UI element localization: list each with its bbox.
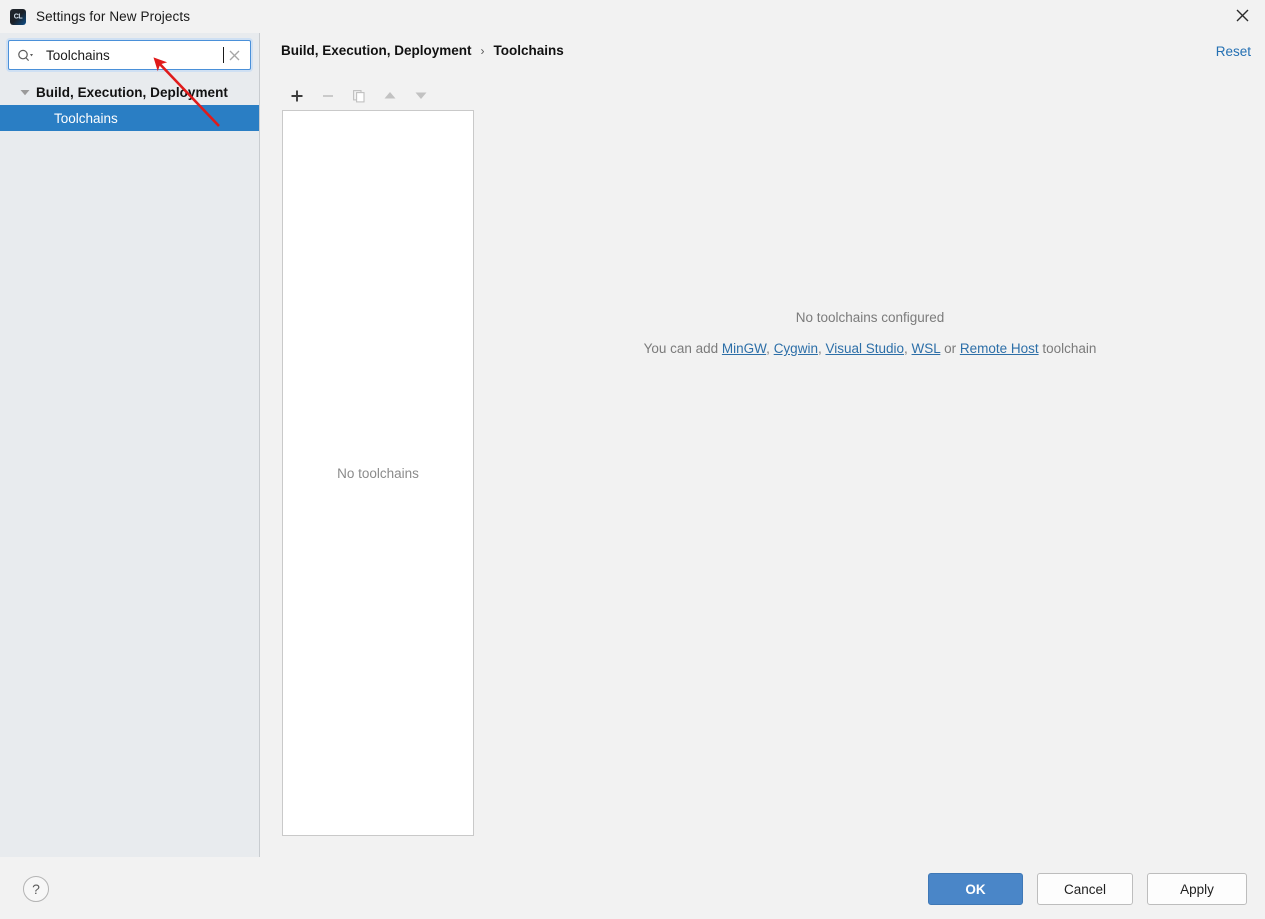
search-box[interactable] (8, 40, 251, 70)
clear-icon[interactable] (228, 49, 241, 62)
toolchain-list[interactable]: No toolchains (282, 110, 474, 836)
remove-toolchain-button (313, 83, 343, 109)
sidebar-item-label: Toolchains (54, 110, 118, 126)
link-visual-studio[interactable]: Visual Studio (825, 341, 904, 356)
help-button[interactable]: ? (23, 876, 49, 902)
sep-2: , (904, 341, 912, 356)
copy-toolchain-button (344, 83, 374, 109)
cancel-button[interactable]: Cancel (1037, 873, 1133, 905)
sidebar-item-toolchains[interactable]: Toolchains (0, 105, 259, 131)
tree-group-build-execution-deployment[interactable]: Build, Execution, Deployment (0, 79, 259, 105)
empty-state-subtitle: You can add MinGW, Cygwin, Visual Studio… (475, 341, 1265, 356)
move-up-button (375, 83, 405, 109)
empty-state-panel: No toolchains configured You can add Min… (475, 310, 1265, 356)
text-caret (223, 47, 224, 63)
window-titlebar: Settings for New Projects (0, 0, 1265, 33)
empty-state-prefix: You can add (643, 341, 722, 356)
settings-sidebar: Build, Execution, Deployment Toolchains (0, 33, 260, 857)
add-toolchain-button[interactable] (282, 83, 312, 109)
close-icon[interactable] (1219, 0, 1265, 31)
breadcrumb-root: Build, Execution, Deployment (281, 43, 472, 58)
breadcrumb: Build, Execution, Deployment › Toolchain… (281, 43, 564, 58)
clion-icon (10, 8, 26, 25)
reset-link[interactable]: Reset (1216, 44, 1251, 59)
breadcrumb-separator-icon: › (480, 43, 485, 58)
breadcrumb-current: Toolchains (493, 43, 564, 58)
link-cygwin[interactable]: Cygwin (774, 341, 818, 356)
link-wsl[interactable]: WSL (912, 341, 941, 356)
search-input[interactable] (38, 47, 227, 63)
toolchain-list-empty-text: No toolchains (337, 465, 419, 481)
toolchain-list-toolbar (282, 82, 475, 109)
apply-button[interactable]: Apply (1147, 873, 1247, 905)
chevron-down-icon[interactable] (18, 85, 32, 99)
sep-0: , (766, 341, 774, 356)
empty-state-suffix: toolchain (1042, 341, 1097, 356)
search-container (0, 33, 259, 70)
ok-button[interactable]: OK (928, 873, 1023, 905)
settings-tree: Build, Execution, Deployment Toolchains (0, 79, 259, 131)
search-icon[interactable] (17, 49, 34, 62)
tree-group-label: Build, Execution, Deployment (36, 84, 228, 100)
sep-3: or (940, 341, 960, 356)
link-mingw[interactable]: MinGW (722, 341, 766, 356)
move-down-button (406, 83, 436, 109)
empty-state-title: No toolchains configured (795, 310, 945, 325)
window-title: Settings for New Projects (36, 9, 191, 24)
link-remote-host[interactable]: Remote Host (960, 341, 1039, 356)
